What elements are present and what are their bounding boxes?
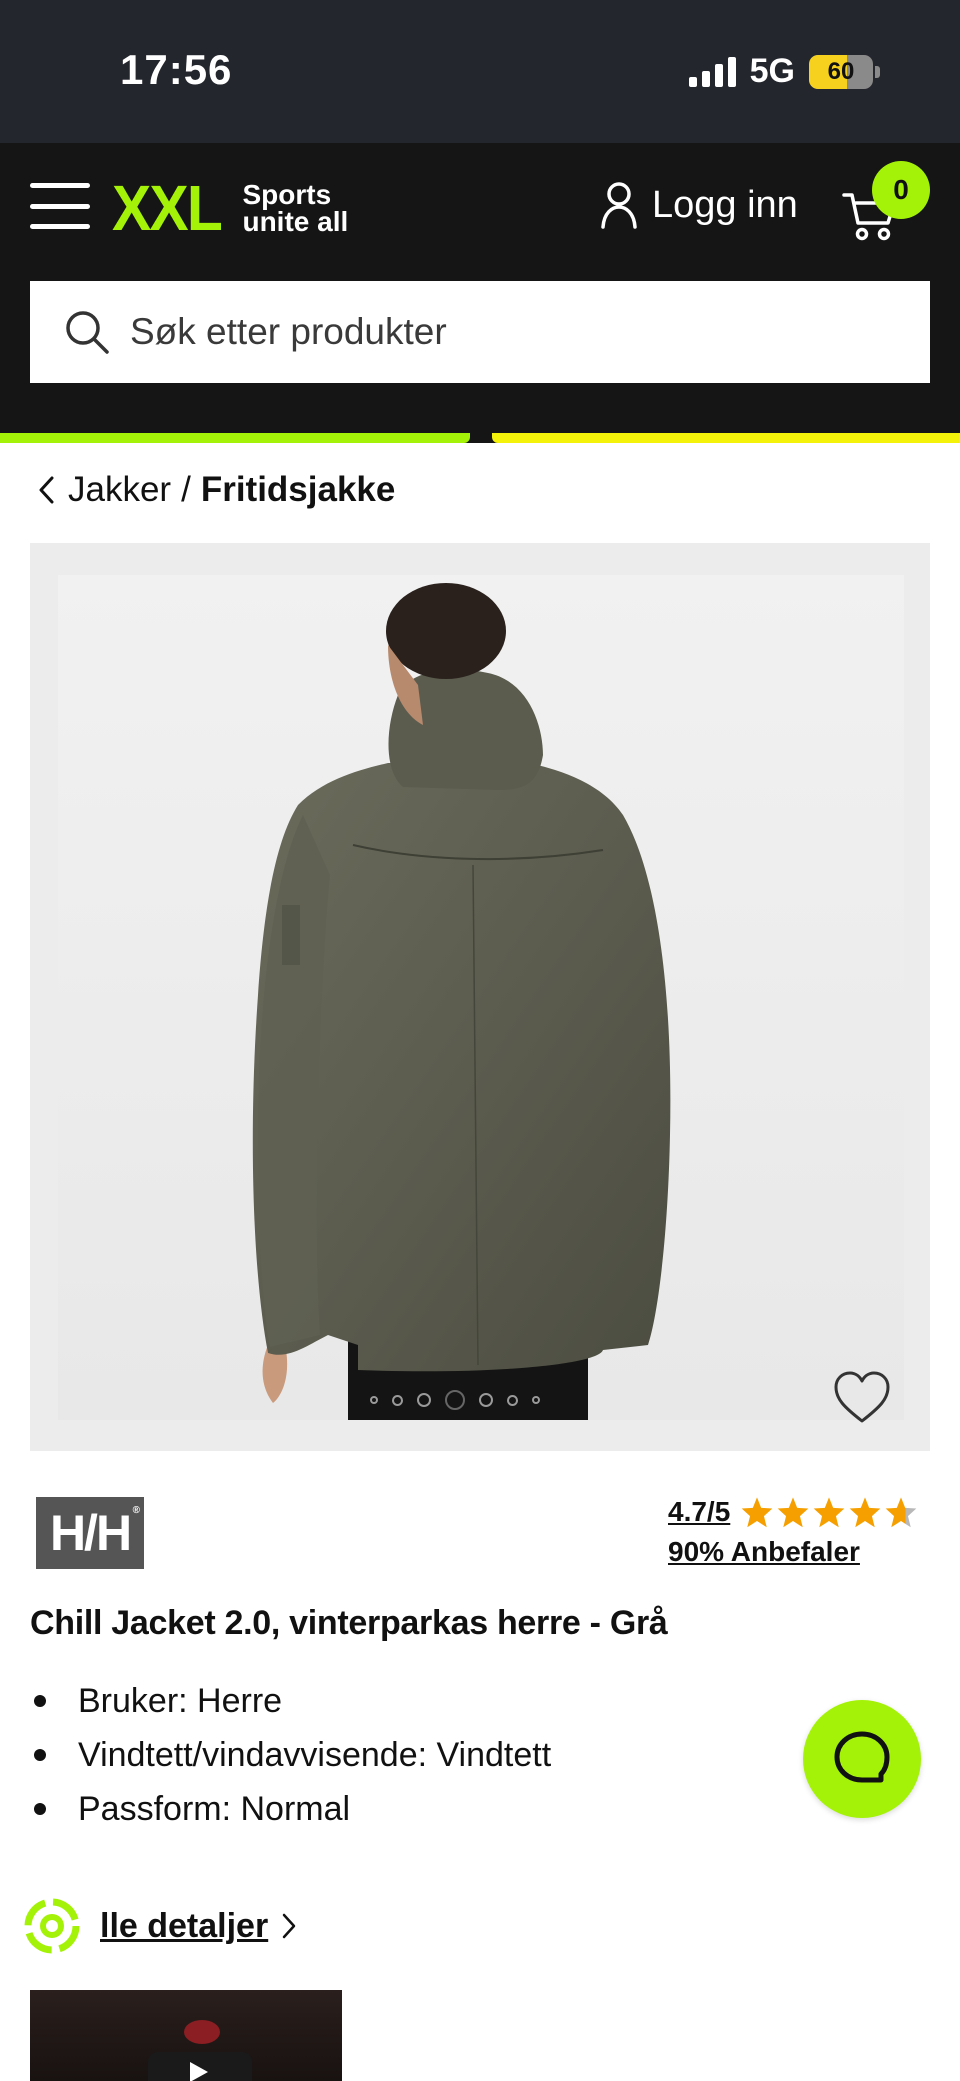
breadcrumb: Jakker / Fritidsjakke [38, 470, 395, 510]
recycle-sustainability-icon [24, 1898, 80, 1954]
status-indicators: 5G 60 [688, 52, 880, 91]
xxl-logo[interactable]: XXL Sports unite all [112, 171, 348, 245]
breadcrumb-current: Fritidsjakke [200, 470, 396, 509]
heart-favorite-icon[interactable] [832, 1369, 892, 1425]
feature-item: Passform: Normal [30, 1782, 551, 1836]
accent-bar-green [0, 433, 470, 443]
logo-mark: XXL [112, 172, 223, 244]
chevron-right-icon [282, 1913, 296, 1939]
pagination-dot[interactable] [370, 1396, 378, 1404]
star-icon [813, 1497, 845, 1528]
search-icon [66, 311, 109, 354]
user-icon [601, 182, 637, 229]
status-bar: 17:56 5G 60 [0, 0, 960, 143]
chat-bubble-icon [834, 1731, 890, 1783]
product-image[interactable] [58, 575, 904, 1420]
breadcrumb-separator: / [181, 470, 191, 509]
image-pagination-dots[interactable] [370, 1390, 540, 1410]
network-type: 5G [749, 52, 795, 90]
half-star-icon [885, 1497, 917, 1528]
pagination-dot[interactable] [532, 1396, 540, 1404]
battery-icon: 60 [809, 54, 880, 89]
feature-list: Bruker: Herre Vindtett/vindavvisende: Vi… [30, 1674, 551, 1836]
star-icon [741, 1497, 773, 1528]
recommend-percentage[interactable]: 90% Anbefaler [668, 1536, 918, 1568]
product-video-thumbnail[interactable] [30, 1990, 342, 2081]
product-image-gallery[interactable] [30, 543, 930, 1451]
hamburger-menu-icon[interactable] [30, 183, 90, 229]
star-rating [740, 1496, 918, 1528]
login-label: Logg inn [652, 183, 798, 226]
details-label[interactable]: lle detaljer [100, 1907, 268, 1946]
login-button[interactable]: Logg inn [600, 181, 798, 229]
rating-block[interactable]: 4.7/5 90% Anbefaler [668, 1496, 918, 1568]
status-time: 17:56 [120, 46, 233, 93]
feature-item: Vindtett/vindavvisende: Vindtett [30, 1728, 551, 1782]
star-icon [849, 1497, 881, 1528]
battery-level: 60 [827, 57, 855, 85]
search-bar[interactable] [30, 281, 930, 383]
pagination-dot[interactable] [417, 1393, 431, 1407]
rating-score[interactable]: 4.7/5 [668, 1496, 730, 1528]
details-link[interactable]: lle detaljer [18, 1892, 296, 1960]
play-video-icon [148, 2020, 252, 2081]
brand-logo-helly-hansen[interactable]: H/H ® [36, 1497, 144, 1569]
star-icon [777, 1497, 809, 1528]
signal-icon [688, 56, 736, 87]
pagination-dot[interactable] [392, 1394, 403, 1406]
pagination-dot[interactable] [479, 1393, 493, 1407]
feature-item: Bruker: Herre [30, 1674, 551, 1728]
jacket-back-view-image [252, 583, 671, 1420]
product-title: Chill Jacket 2.0, vinterparkas herre - G… [30, 1604, 668, 1642]
search-input[interactable] [130, 311, 890, 353]
chevron-left-icon[interactable] [38, 476, 54, 504]
chat-button[interactable] [803, 1700, 921, 1818]
logo-tagline: Sports unite all [242, 179, 349, 237]
cart-count-badge[interactable]: 0 [872, 161, 930, 219]
pagination-dot-active[interactable] [445, 1390, 465, 1410]
site-header: XXL Sports unite all Logg inn 0 [0, 143, 960, 443]
pagination-dot[interactable] [507, 1394, 518, 1406]
accent-bar-yellow [492, 433, 960, 443]
breadcrumb-parent-link[interactable]: Jakker [68, 470, 171, 510]
